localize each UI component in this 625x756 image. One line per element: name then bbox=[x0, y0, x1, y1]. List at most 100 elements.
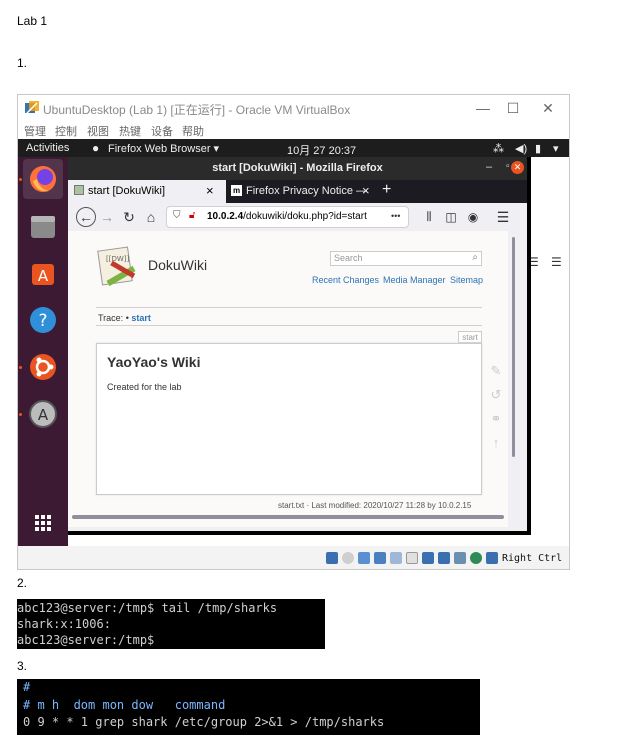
app-menu[interactable]: Firefox Web Browser ▾ bbox=[108, 142, 219, 155]
new-tab-button[interactable]: + bbox=[382, 181, 391, 199]
menu-view[interactable]: 视图 bbox=[87, 123, 109, 139]
optical-drive-icon[interactable] bbox=[342, 552, 354, 564]
vertical-scrollbar[interactable] bbox=[510, 231, 518, 527]
system-menu-icon[interactable]: ▾ bbox=[553, 142, 559, 155]
media-manager-link[interactable]: Media Manager bbox=[383, 275, 446, 285]
help-icon: ? bbox=[30, 307, 56, 333]
display-icon[interactable] bbox=[422, 552, 434, 564]
updater-icon: A bbox=[29, 400, 57, 428]
tab-close-icon[interactable]: × bbox=[206, 183, 214, 198]
account-icon[interactable]: ◉ bbox=[464, 208, 482, 226]
backlinks-icon[interactable]: ⚭ bbox=[488, 411, 504, 427]
usb-icon[interactable] bbox=[390, 552, 402, 564]
terminal-output-2: # # m h dom mon dow command 0 9 * * 1 gr… bbox=[17, 679, 480, 735]
insecure-lock-icon[interactable]: 🔓︎ bbox=[189, 210, 195, 221]
guest-additions-icon[interactable] bbox=[470, 552, 482, 564]
menu-devices[interactable]: 设备 bbox=[151, 123, 173, 139]
scrollbar-thumb[interactable] bbox=[512, 237, 515, 457]
trace-separator: • bbox=[125, 313, 129, 323]
menu-hotkey[interactable]: 热键 bbox=[119, 123, 141, 139]
ubuntu-icon bbox=[30, 354, 56, 380]
site-title[interactable]: DokuWiki bbox=[148, 257, 207, 273]
dokuwiki-logo[interactable]: [[DW]] bbox=[96, 243, 142, 289]
tab-privacy-notice[interactable]: m Firefox Privacy Notice — × bbox=[226, 180, 376, 203]
horizontal-scrollbar[interactable] bbox=[72, 515, 504, 519]
search-icon[interactable]: ⌕ bbox=[472, 252, 478, 263]
dock-updater[interactable]: A bbox=[23, 394, 63, 434]
clock[interactable]: 10月 27 20:37 bbox=[287, 142, 356, 158]
recent-changes-link[interactable]: Recent Changes bbox=[312, 275, 379, 285]
audio-icon[interactable] bbox=[358, 552, 370, 564]
menu-icon[interactable]: ☰ bbox=[494, 208, 512, 226]
crontab-entry: 0 9 * * 1 grep shark /etc/group 2>&1 > /… bbox=[23, 715, 385, 729]
trace-link-start[interactable]: start bbox=[131, 313, 151, 323]
virtualbox-statusbar: Right Ctrl bbox=[18, 546, 569, 569]
wiki-content: YaoYao's Wiki Created for the lab bbox=[96, 343, 482, 495]
battery-icon[interactable]: ▮ bbox=[535, 142, 541, 155]
dock-software[interactable]: A bbox=[23, 253, 63, 293]
sitemap-link[interactable]: Sitemap bbox=[450, 275, 483, 285]
tab-close-icon[interactable]: × bbox=[362, 183, 370, 198]
crontab-comment: # m h dom mon dow command bbox=[23, 698, 226, 712]
guest-screen: Activities ● Firefox Web Browser ▾ 10月 2… bbox=[18, 139, 569, 546]
back-icon[interactable]: ← bbox=[76, 207, 96, 227]
svg-text:A: A bbox=[38, 406, 49, 424]
virtualbox-titlebar: UbuntuDesktop (Lab 1) [正在运行] - Oracle VM… bbox=[18, 95, 569, 121]
shield-icon[interactable]: ⛉ bbox=[173, 210, 181, 221]
terminal-line: abc123@server:/tmp$ bbox=[17, 633, 155, 647]
tab-dokuwiki[interactable]: start [DokuWiki] × bbox=[68, 180, 226, 203]
menu-control[interactable]: 控制 bbox=[55, 123, 77, 139]
dock-files[interactable] bbox=[23, 206, 63, 246]
activities-button[interactable]: Activities bbox=[26, 142, 69, 154]
trace-label: Trace: bbox=[98, 313, 124, 323]
divider bbox=[96, 325, 482, 326]
dock-firefox[interactable] bbox=[23, 159, 63, 199]
running-indicator bbox=[19, 366, 22, 369]
virtualbox-window: UbuntuDesktop (Lab 1) [正在运行] - Oracle VM… bbox=[17, 94, 570, 570]
edit-icon[interactable]: ✎ bbox=[488, 363, 504, 379]
video-capture-icon[interactable] bbox=[438, 552, 450, 564]
search-placeholder: Search bbox=[334, 253, 363, 263]
library-icon[interactable]: ⫼ bbox=[420, 208, 438, 226]
page-actions-icon[interactable]: ••• bbox=[391, 211, 400, 221]
cpu-icon[interactable] bbox=[454, 552, 466, 564]
dock-app-grid[interactable] bbox=[23, 503, 63, 543]
ff-close-icon[interactable]: ✕ bbox=[511, 161, 524, 174]
close-icon[interactable]: ✕ bbox=[539, 99, 557, 117]
terminal-line: shark:x:1006: bbox=[17, 617, 111, 631]
menu-machine[interactable]: 管理 bbox=[24, 123, 46, 139]
peek-menu-icon-2[interactable]: ☰ bbox=[551, 255, 562, 269]
page-text: Created for the lab bbox=[107, 382, 182, 392]
revisions-icon[interactable]: ↺ bbox=[488, 387, 504, 403]
url-bar[interactable]: ⛉ 🔓︎ 10.0.2.4/dokuwiki/doku.php?id=start… bbox=[166, 206, 409, 228]
svg-text:A: A bbox=[38, 267, 49, 285]
reload-icon[interactable]: ↻ bbox=[120, 208, 138, 226]
dock-ubuntu[interactable] bbox=[23, 347, 63, 387]
home-icon[interactable]: ⌂ bbox=[142, 208, 160, 226]
dock-help[interactable]: ? bbox=[23, 300, 63, 340]
network-adapter-icon[interactable] bbox=[374, 552, 386, 564]
menu-help[interactable]: 帮助 bbox=[182, 123, 204, 139]
maximize-icon[interactable]: ☐ bbox=[504, 99, 522, 117]
breadcrumb: Trace: • start bbox=[98, 313, 151, 323]
virtualbox-menubar: 管理 控制 视图 热键 设备 帮助 bbox=[18, 121, 569, 139]
virtualbox-app-icon bbox=[25, 101, 39, 114]
host-key-label: Right Ctrl bbox=[502, 553, 563, 564]
item-number-2: 2. bbox=[17, 576, 28, 590]
forward-icon[interactable]: → bbox=[98, 208, 116, 226]
shared-folders-icon[interactable] bbox=[406, 552, 418, 564]
sidebar-icon[interactable]: ◫ bbox=[442, 208, 460, 226]
ff-restore-icon[interactable]: ▫ bbox=[506, 161, 510, 172]
document-heading: Lab 1 bbox=[17, 14, 48, 28]
ff-minimize-icon[interactable]: – bbox=[486, 161, 492, 173]
back-to-top-icon[interactable]: ↑ bbox=[488, 435, 504, 451]
hdd-icon[interactable] bbox=[326, 552, 338, 564]
mouse-integration-icon[interactable] bbox=[486, 552, 498, 564]
search-input[interactable]: Search ⌕ bbox=[330, 251, 482, 266]
minimize-icon[interactable]: — bbox=[474, 99, 492, 117]
network-icon[interactable]: ⁂ bbox=[493, 142, 504, 155]
tab-label: start [DokuWiki] bbox=[88, 185, 166, 197]
running-indicator bbox=[19, 178, 22, 181]
url-path: /dokuwiki/doku.php?id=start bbox=[243, 211, 367, 222]
volume-icon[interactable]: ◀) bbox=[515, 142, 527, 155]
